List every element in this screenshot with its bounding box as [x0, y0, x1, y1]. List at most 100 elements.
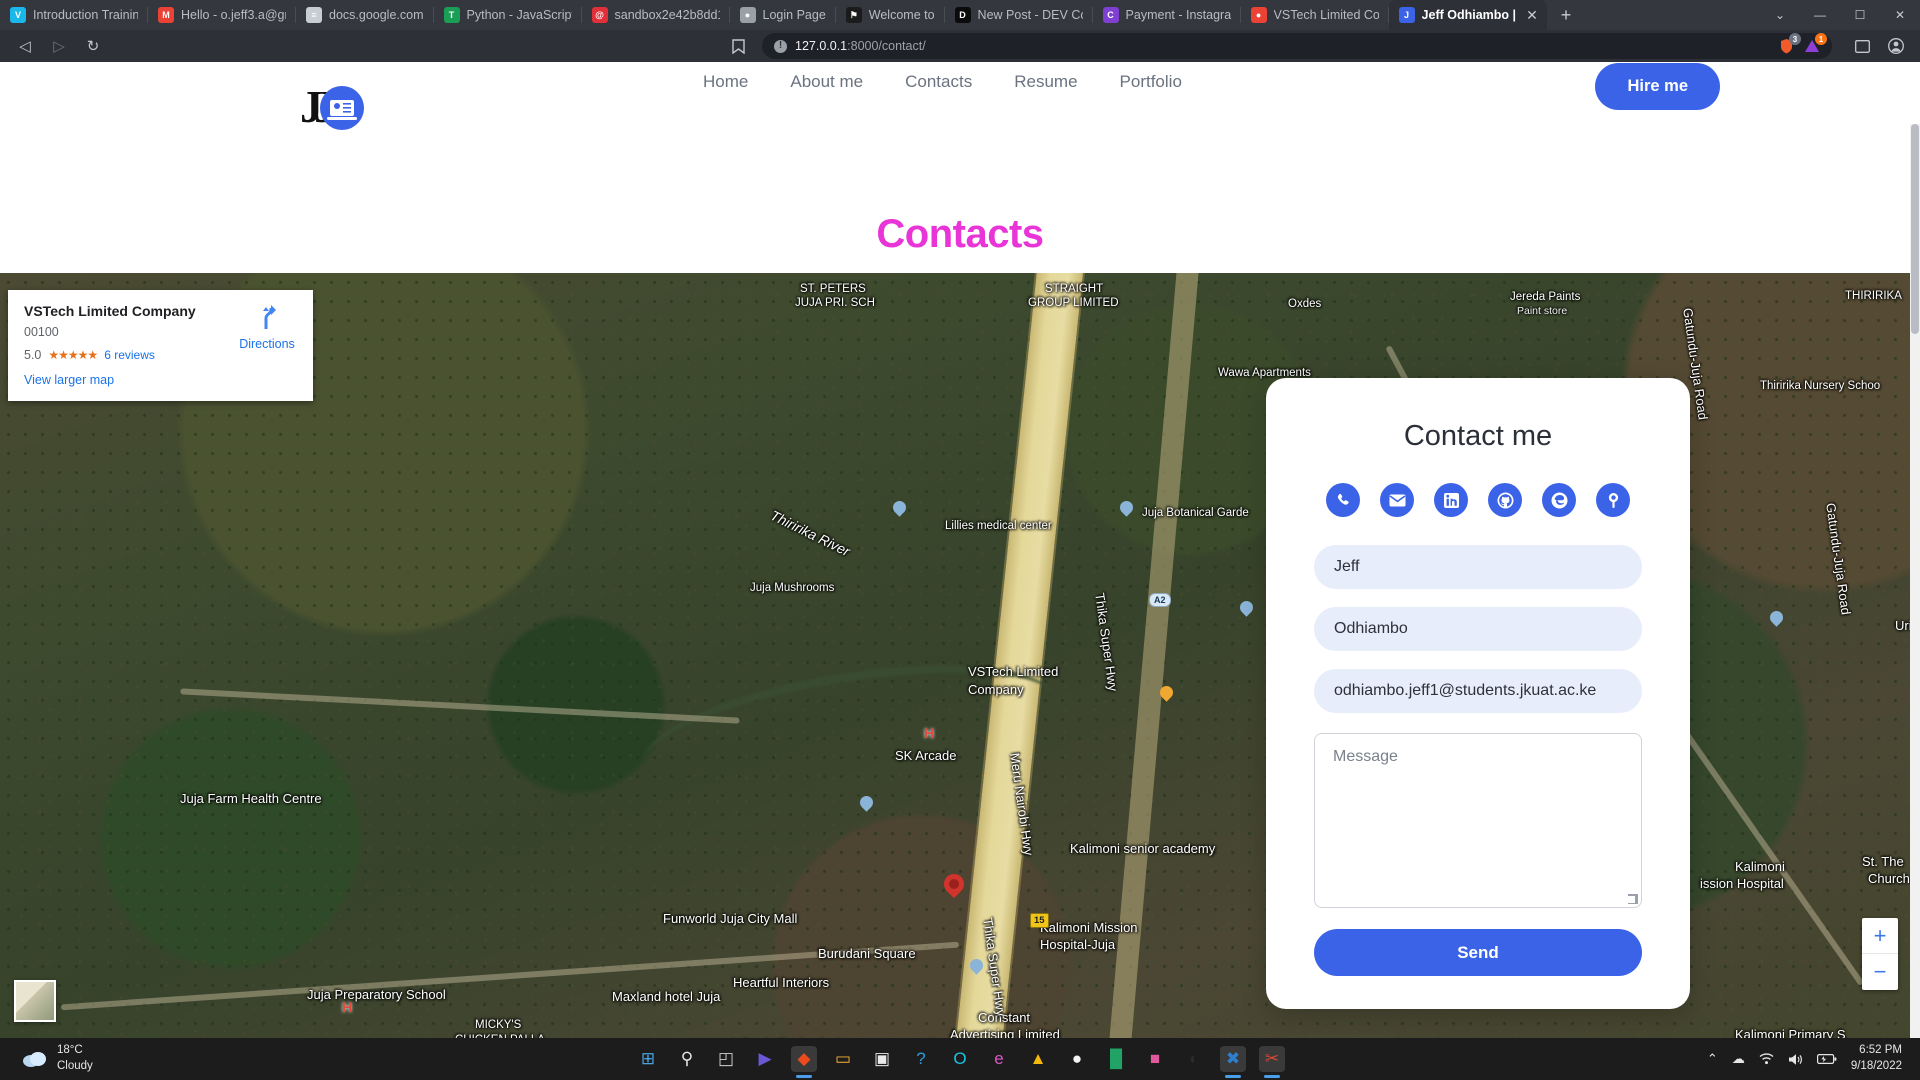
figma-icon[interactable]: ■ — [1142, 1046, 1168, 1072]
browser-tab[interactable]: ≡docs.google.com — [296, 0, 434, 30]
browser-tab[interactable]: MHello - o.jeff3.a@gma — [148, 0, 296, 30]
wifi-icon[interactable] — [1759, 1053, 1774, 1065]
help-icon[interactable]: ? — [908, 1046, 934, 1072]
nav-link-contacts[interactable]: Contacts — [905, 72, 972, 92]
phone-icon[interactable] — [1326, 483, 1360, 517]
nav-link-about-me[interactable]: About me — [790, 72, 863, 92]
taskbar-clock[interactable]: 6:52 PM 9/18/2022 — [1851, 1043, 1902, 1074]
start-button[interactable]: ⊞ — [635, 1046, 661, 1072]
map-marker[interactable] — [1237, 598, 1255, 616]
python-icon[interactable]: e — [986, 1046, 1012, 1072]
github-icon[interactable] — [1488, 483, 1522, 517]
map-marker[interactable] — [857, 793, 875, 811]
mongodb-icon[interactable]: ● — [1064, 1046, 1090, 1072]
zoom-app-icon[interactable]: ▶ — [752, 1046, 778, 1072]
clock-date: 9/18/2022 — [1851, 1059, 1902, 1075]
tab-title: docs.google.com — [329, 8, 424, 22]
gmail-icon: M — [158, 7, 174, 23]
photo-app-icon[interactable]: ◐ — [1181, 1046, 1207, 1072]
map-route-shield-a2: A2 — [1149, 593, 1171, 607]
excel-icon[interactable]: █ — [1103, 1046, 1129, 1072]
brave-browser-icon[interactable]: ◆ — [791, 1046, 817, 1072]
browser-tab[interactable]: VIntroduction Training — [0, 0, 148, 30]
file-explorer-icon[interactable]: ▭ — [830, 1046, 856, 1072]
location-pin-icon[interactable] — [1596, 483, 1630, 517]
map-label: Juja Preparatory School — [307, 987, 446, 1002]
reviews-link[interactable]: 6 reviews — [104, 348, 155, 362]
email-input[interactable]: odhiambo.jeff1@students.jkuat.ac.ke — [1314, 669, 1642, 713]
profile-avatar[interactable] — [1882, 32, 1910, 60]
battery-icon[interactable] — [1817, 1053, 1837, 1065]
opera-icon[interactable]: O — [947, 1046, 973, 1072]
page-scrollbar[interactable] — [1910, 124, 1920, 1058]
browser-tab[interactable]: ⚑Welcome to — [836, 0, 945, 30]
forward-button[interactable]: ▷ — [44, 32, 74, 60]
map-marker[interactable] — [1767, 608, 1785, 626]
browser-tab[interactable]: ●Login Page — [730, 0, 836, 30]
close-window-button[interactable]: ✕ — [1880, 0, 1920, 30]
snipping-tool-icon[interactable]: ✂ — [1259, 1046, 1285, 1072]
email-icon[interactable] — [1380, 483, 1414, 517]
first-name-input[interactable]: Jeff — [1314, 545, 1642, 589]
nav-link-portfolio[interactable]: Portfolio — [1120, 72, 1182, 92]
site-logo[interactable]: J J — [300, 78, 366, 138]
browser-tab[interactable]: @sandbox2e42b8dd1a — [582, 0, 730, 30]
bookmark-icon[interactable] — [724, 32, 752, 60]
browser-tab[interactable]: DNew Post - DEV Comm — [945, 0, 1093, 30]
brave-shields-icon[interactable]: 3 — [1779, 38, 1794, 54]
browser-tab[interactable]: TPython - JavaScript Tr — [434, 0, 582, 30]
url-path: :8000/contact/ — [847, 39, 926, 53]
vscode-icon[interactable]: ✖ — [1220, 1046, 1246, 1072]
onedrive-icon[interactable]: ☁ — [1732, 1051, 1745, 1067]
map-zoom-in-button[interactable]: + — [1862, 918, 1898, 954]
task-view-icon[interactable]: ◰ — [713, 1046, 739, 1072]
last-name-input[interactable]: Odhiambo — [1314, 607, 1642, 651]
excel-icon-glyph: █ — [1110, 1049, 1122, 1069]
show-hidden-icons-button[interactable]: ⌃ — [1707, 1051, 1718, 1067]
volume-icon[interactable] — [1788, 1053, 1803, 1066]
hire-me-button[interactable]: Hire me — [1595, 63, 1720, 110]
map-marker[interactable] — [890, 498, 908, 516]
new-tab-button[interactable]: + — [1553, 2, 1579, 28]
map-hospital-marker[interactable]: H — [342, 999, 352, 1015]
map-marker-vstech[interactable] — [940, 870, 968, 898]
send-button[interactable]: Send — [1314, 929, 1642, 976]
weather-widget[interactable]: 18°C Cloudy — [22, 1043, 93, 1074]
site-info-icon[interactable]: ! — [774, 40, 787, 53]
browser-tab[interactable]: CPayment - Instagram — [1093, 0, 1241, 30]
close-tab-icon[interactable]: ✕ — [1523, 6, 1541, 24]
scrollbar-thumb[interactable] — [1911, 124, 1919, 334]
nav-link-resume[interactable]: Resume — [1014, 72, 1077, 92]
zoom-app-icon-glyph: ▶ — [758, 1049, 771, 1069]
view-larger-map-link[interactable]: View larger map — [24, 373, 297, 387]
map-zoom-out-button[interactable]: − — [1862, 954, 1898, 990]
reload-button[interactable]: ↻ — [78, 32, 108, 60]
window-menu-button[interactable]: ⌄ — [1760, 0, 1800, 30]
avast-icon[interactable]: ▲ — [1025, 1046, 1051, 1072]
map-label: Company — [968, 682, 1024, 697]
message-textarea[interactable]: Message — [1314, 733, 1642, 908]
map-label: Gatundu-Juja Road — [1823, 502, 1854, 616]
map-marker[interactable] — [1117, 498, 1135, 516]
map-street-view-thumbnail[interactable] — [14, 980, 56, 1022]
minimize-button[interactable]: — — [1800, 0, 1840, 30]
maximize-button[interactable]: ☐ — [1840, 0, 1880, 30]
browser-tab[interactable]: ●VSTech Limited Comp — [1241, 0, 1389, 30]
map-hospital-marker[interactable]: H — [924, 725, 934, 741]
nav-link-home[interactable]: Home — [703, 72, 748, 92]
directions-button[interactable]: Directions — [235, 304, 299, 351]
linkedin-icon[interactable] — [1434, 483, 1468, 517]
microsoft-store-icon[interactable]: ▣ — [869, 1046, 895, 1072]
search-icon[interactable]: ⚲ — [674, 1046, 700, 1072]
tab-title: Python - JavaScript Tr — [467, 8, 572, 22]
extension-icon[interactable]: 1 — [1804, 38, 1820, 54]
tab-title: Jeff Odhiambo | — [1422, 8, 1516, 22]
back-button[interactable]: ◁ — [10, 32, 40, 60]
taskbar-app-icons: ⊞ ⚲ ◰ ▶ ◆ ▭ ▣? Oe ▲ ● █ ■ ◐ ✖ ✂ — [635, 1046, 1285, 1072]
tab-title: Payment - Instagram — [1126, 8, 1231, 22]
edge-browser-icon[interactable] — [1542, 483, 1576, 517]
cast-icon[interactable] — [1848, 32, 1876, 60]
map-label: Kalimoni Mission — [1040, 920, 1138, 935]
browser-tab-active[interactable]: JJeff Odhiambo |✕ — [1389, 0, 1547, 30]
address-bar[interactable]: ! 127.0.0.1:8000/contact/ 3 1 — [762, 33, 1832, 59]
